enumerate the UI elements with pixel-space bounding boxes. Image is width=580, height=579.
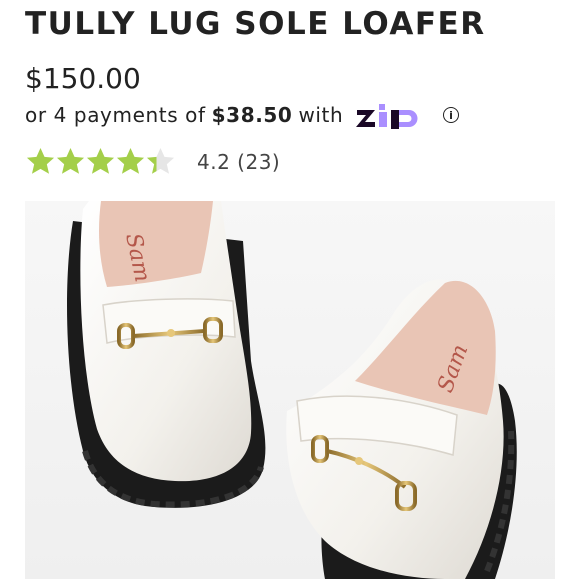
product-rating[interactable]: 4.2 (23) <box>25 146 280 177</box>
product-title: TULLY LUG SOLE LOAFER <box>25 6 486 42</box>
rating-summary[interactable]: 4.2 (23) <box>197 150 280 174</box>
product-image[interactable]: Sam Sam <box>25 201 555 579</box>
installment-amount: $38.50 <box>211 103 293 127</box>
loafer-shoes-image: Sam Sam <box>25 201 555 579</box>
installment-prefix: or 4 payments of <box>25 103 206 127</box>
star-icon <box>26 147 55 174</box>
info-icon[interactable]: i <box>443 107 460 123</box>
zip-logo <box>355 101 433 129</box>
star-icon <box>86 147 115 174</box>
product-price: $150.00 <box>25 62 141 95</box>
installment-info: or 4 payments of $38.50 with i <box>25 101 460 129</box>
partial-star-icon <box>146 147 175 174</box>
installment-suffix: with <box>298 103 344 127</box>
star-rating <box>25 146 175 177</box>
star-icon <box>116 147 145 174</box>
star-icon <box>56 147 85 174</box>
